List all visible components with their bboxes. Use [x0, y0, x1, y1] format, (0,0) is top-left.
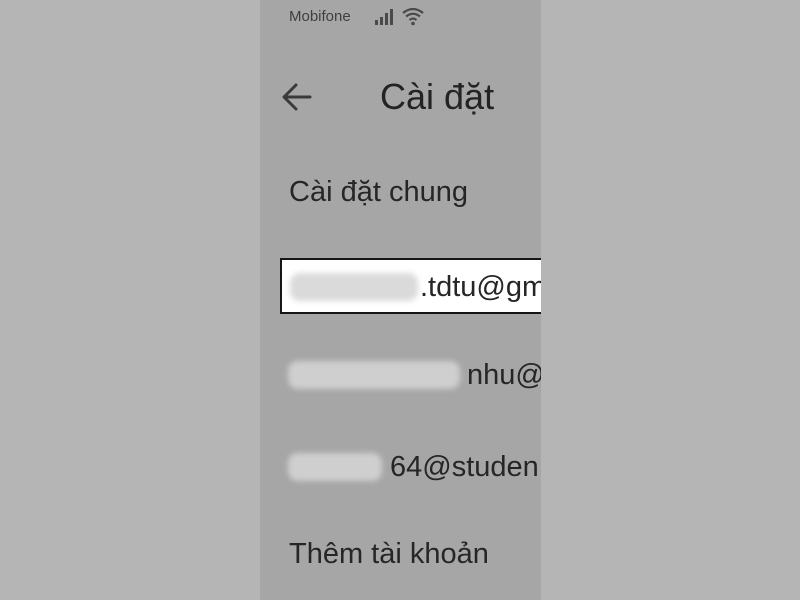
- page: Mobifone Cài đặt Cài đặt chung .tdtu@gm …: [0, 0, 800, 600]
- add-account-item[interactable]: Thêm tài khoản: [260, 524, 541, 588]
- account-email: 64@studen: [390, 451, 539, 483]
- account-item[interactable]: nhu@: [280, 348, 541, 406]
- redacted-email-part: [288, 453, 382, 481]
- carrier-name: Mobifone: [289, 8, 351, 25]
- account-item-selected[interactable]: .tdtu@gm: [280, 258, 541, 314]
- status-bar: Mobifone: [260, 0, 541, 34]
- page-title: Cài đặt: [380, 76, 495, 117]
- redacted-email-part: [290, 273, 418, 301]
- add-account-label: Thêm tài khoản: [289, 538, 489, 570]
- general-settings-label: Cài đặt chung: [289, 176, 468, 208]
- redacted-email-part: [288, 361, 460, 389]
- account-email: .tdtu@gm: [420, 271, 541, 303]
- arrow-left-icon: [282, 83, 312, 111]
- account-email: nhu@: [467, 359, 541, 391]
- account-item[interactable]: 64@studen: [280, 440, 541, 498]
- app-bar: Cài đặt: [260, 60, 541, 132]
- general-settings-item[interactable]: Cài đặt chung: [260, 162, 541, 226]
- back-button[interactable]: [276, 76, 318, 118]
- wifi-icon: [402, 7, 424, 26]
- phone-screen: Mobifone Cài đặt Cài đặt chung .tdtu@gm …: [260, 0, 541, 600]
- signal-bars-icon: [375, 9, 393, 25]
